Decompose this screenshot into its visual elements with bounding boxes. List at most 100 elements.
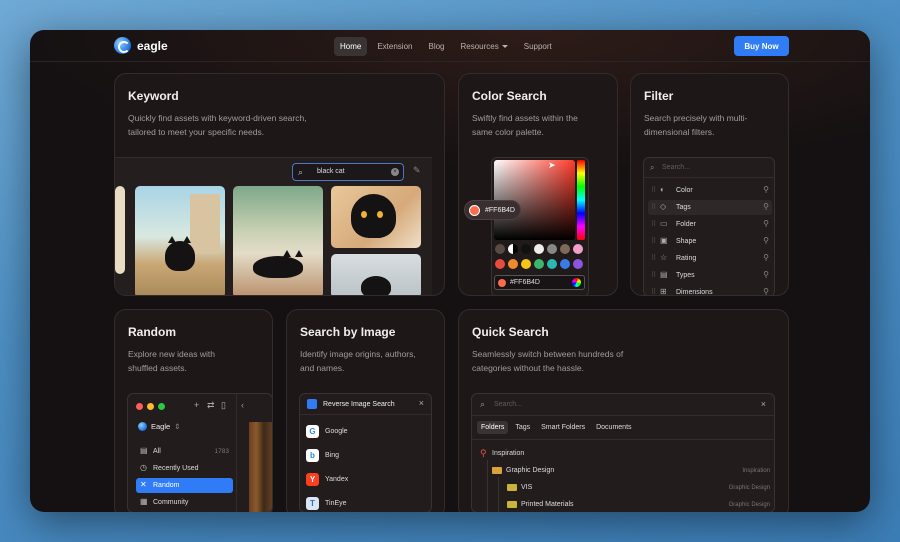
image-thumbnail[interactable] bbox=[115, 186, 125, 274]
pin-icon[interactable]: ⚲ bbox=[763, 219, 769, 228]
filter-item-folder[interactable]: ⠿ ▭ Folder ⚲ bbox=[648, 217, 772, 232]
drag-handle-icon[interactable]: ⠿ bbox=[651, 288, 656, 295]
filter-item-label: Types bbox=[676, 272, 695, 279]
pin-icon[interactable]: ⚲ bbox=[763, 236, 769, 245]
engine-yandex[interactable]: Y Yandex bbox=[306, 470, 426, 488]
close-window-button[interactable] bbox=[136, 403, 143, 410]
engine-tineye[interactable]: T TinEye bbox=[306, 494, 426, 512]
filter-item-label: Color bbox=[676, 187, 693, 194]
sidebar-item-community[interactable]: ▦ Community bbox=[136, 495, 233, 510]
drag-handle-icon[interactable]: ⠿ bbox=[651, 203, 656, 211]
color-swatch[interactable] bbox=[521, 244, 531, 254]
image-thumbnail[interactable] bbox=[331, 254, 421, 295]
filter-item-color[interactable]: ⠿ ◐ Color ⚲ bbox=[648, 183, 772, 198]
hue-slider[interactable] bbox=[577, 160, 585, 240]
tab-smart-folders[interactable]: Smart Folders bbox=[537, 421, 589, 434]
sidebar-item-recently-used[interactable]: ◷ Recently Used bbox=[136, 461, 233, 476]
sidebar-item-all[interactable]: ▤ All 1783 bbox=[136, 444, 233, 459]
pin-icon[interactable]: ⚲ bbox=[763, 270, 769, 279]
color-swatch[interactable] bbox=[573, 244, 583, 254]
minimize-window-button[interactable] bbox=[147, 403, 154, 410]
filter-panel: ⌕ Search... ⠿ ◐ Color ⚲ ⠿ ◇ Tags ⚲ ⠿ ▭ F… bbox=[643, 157, 775, 295]
image-thumbnail[interactable] bbox=[331, 186, 421, 248]
nav-link-extension[interactable]: Extension bbox=[371, 37, 418, 56]
color-swatch[interactable] bbox=[547, 259, 557, 269]
nav-link-resources[interactable]: Resources bbox=[455, 37, 514, 56]
filter-item-tags[interactable]: ⠿ ◇ Tags ⚲ bbox=[648, 200, 772, 215]
pin-icon[interactable]: ⚲ bbox=[763, 202, 769, 211]
drag-handle-icon[interactable]: ⠿ bbox=[651, 186, 656, 194]
library-selector[interactable]: Eagle ⇕ bbox=[138, 422, 180, 431]
clear-icon[interactable]: × bbox=[391, 168, 399, 176]
pin-icon[interactable]: ⚲ bbox=[763, 185, 769, 194]
add-icon[interactable]: + bbox=[194, 400, 199, 410]
sidebar-item-count: 1783 bbox=[214, 448, 229, 455]
close-icon[interactable]: × bbox=[761, 399, 766, 409]
shuffle-icon: ✕ bbox=[140, 480, 147, 489]
color-swatch[interactable] bbox=[560, 259, 570, 269]
search-by-image-desc-line1: Identify image origins, authors, bbox=[300, 349, 416, 359]
tab-documents[interactable]: Documents bbox=[592, 421, 635, 434]
color-swatch[interactable] bbox=[560, 244, 570, 254]
filter-search-placeholder: Search... bbox=[662, 164, 691, 171]
top-nav: eagle Home Extension Blog Resources Supp… bbox=[30, 30, 870, 62]
drag-handle-icon[interactable]: ⠿ bbox=[651, 220, 656, 228]
quick-search-input[interactable]: ⌕ Search... × bbox=[472, 394, 774, 416]
drag-handle-icon[interactable]: ⠿ bbox=[651, 254, 656, 262]
color-swatch[interactable] bbox=[573, 259, 583, 269]
drag-handle-icon[interactable]: ⠿ bbox=[651, 237, 656, 245]
keyword-title: Keyword bbox=[128, 89, 179, 103]
drag-handle-icon[interactable]: ⠿ bbox=[651, 271, 656, 279]
color-swatch[interactable] bbox=[508, 259, 518, 269]
folder-row-graphic-design[interactable]: Graphic Design Inspiration bbox=[478, 463, 770, 479]
close-icon[interactable]: × bbox=[419, 398, 424, 408]
engine-label: Bing bbox=[325, 452, 340, 459]
color-swatch[interactable] bbox=[495, 244, 505, 254]
swap-icon[interactable]: ⇄ bbox=[207, 400, 215, 411]
maximize-window-button[interactable] bbox=[158, 403, 165, 410]
folder-row-printed-materials[interactable]: Printed Materials Graphic Design bbox=[478, 497, 770, 512]
logo[interactable]: eagle bbox=[114, 37, 168, 54]
color-swatch[interactable] bbox=[508, 244, 518, 254]
hex-input-value: #FF6B4D bbox=[510, 279, 540, 286]
folder-row-vis[interactable]: VIS Graphic Design bbox=[478, 480, 770, 496]
color-swatch[interactable] bbox=[521, 259, 531, 269]
folder-row-inspiration[interactable]: ⚲ Inspiration bbox=[478, 446, 770, 462]
image-thumbnail[interactable] bbox=[135, 186, 225, 295]
pin-icon[interactable]: ⚲ bbox=[763, 287, 769, 295]
image-thumbnail[interactable] bbox=[233, 186, 323, 295]
keyword-search-input[interactable]: ⌕ black cat × bbox=[292, 163, 404, 181]
pin-icon[interactable]: ✎ bbox=[413, 165, 421, 176]
filter-item-rating[interactable]: ⠿ ☆ Rating ⚲ bbox=[648, 251, 772, 266]
filter-item-dimensions[interactable]: ⠿ ⊞ Dimensions ⚲ bbox=[648, 285, 772, 295]
color-wheel-icon[interactable] bbox=[572, 278, 581, 287]
nav-link-blog[interactable]: Blog bbox=[422, 37, 450, 56]
quick-search-desc: Seamlessly switch between hundreds of ca… bbox=[472, 347, 623, 375]
pin-icon[interactable]: ⚲ bbox=[763, 253, 769, 262]
nav-link-support[interactable]: Support bbox=[518, 37, 558, 56]
tab-folders[interactable]: Folders bbox=[477, 421, 509, 434]
color-swatch[interactable] bbox=[547, 244, 557, 254]
quick-search-title: Quick Search bbox=[472, 325, 549, 339]
image-preview[interactable] bbox=[249, 422, 272, 512]
sidebar-item-label: All bbox=[153, 448, 161, 455]
tab-tags[interactable]: Tags bbox=[511, 421, 534, 434]
engine-google[interactable]: G Google bbox=[306, 422, 426, 440]
engine-bing[interactable]: b Bing bbox=[306, 446, 426, 464]
selected-color-chip: #FF6B4D bbox=[464, 200, 521, 220]
sidebar-toggle-icon[interactable]: ▯ bbox=[221, 400, 226, 411]
buy-now-button[interactable]: Buy Now bbox=[734, 36, 789, 56]
black-cat-shape bbox=[361, 276, 391, 295]
color-swatch[interactable] bbox=[495, 259, 505, 269]
filter-search-input[interactable]: ⌕ Search... bbox=[644, 158, 774, 178]
color-swatch[interactable] bbox=[534, 244, 544, 254]
color-search-desc-line1: Swiftly find assets within the bbox=[472, 113, 578, 123]
hex-input[interactable]: #FF6B4D bbox=[494, 275, 585, 290]
filter-item-shape[interactable]: ⠿ ▣ Shape ⚲ bbox=[648, 234, 772, 249]
nav-link-home[interactable]: Home bbox=[334, 37, 368, 56]
filter-item-types[interactable]: ⠿ ▤ Types ⚲ bbox=[648, 268, 772, 283]
filter-desc-line1: Search precisely with multi- bbox=[644, 113, 748, 123]
back-arrow-icon[interactable]: ‹ bbox=[241, 400, 244, 410]
color-swatch[interactable] bbox=[534, 259, 544, 269]
sidebar-item-random[interactable]: ✕ Random bbox=[136, 478, 233, 493]
